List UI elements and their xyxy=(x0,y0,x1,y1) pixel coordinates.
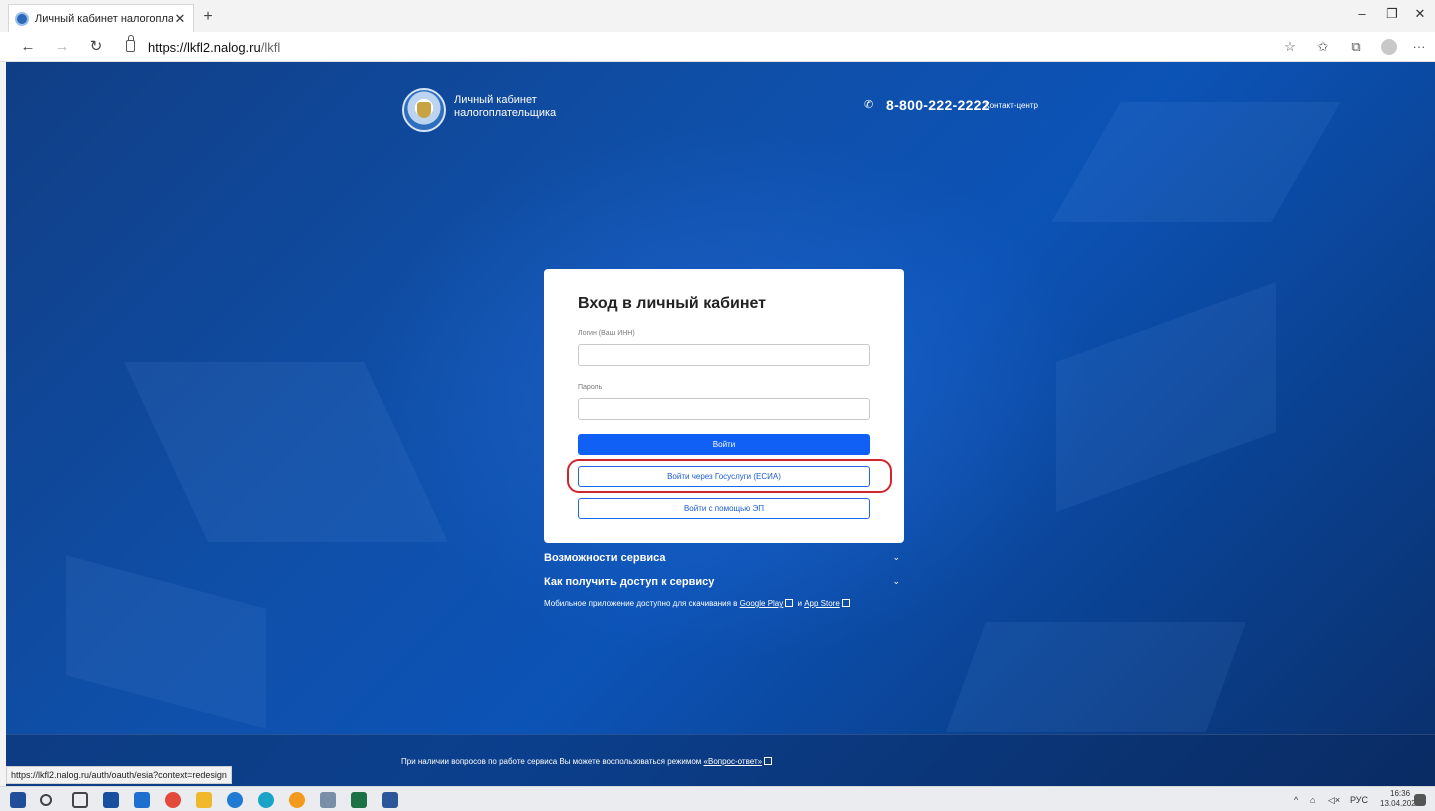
chevron-down-icon: ⌄ xyxy=(892,576,900,586)
login-card: Вход в личный кабинет Логин (Ваш ИНН) Па… xyxy=(544,269,904,543)
tab-title: Личный кабинет налогоплател xyxy=(35,12,173,25)
restore-button[interactable]: ❐ xyxy=(1382,6,1402,22)
background-shape xyxy=(124,362,448,542)
google-play-link[interactable]: Google Play xyxy=(740,599,784,608)
login-title: Вход в личный кабинет xyxy=(578,295,766,312)
contact-center-label: Контакт-центр xyxy=(985,101,1038,110)
brand-line: Личный кабинет xyxy=(454,94,537,106)
url-path: /lkfl xyxy=(260,40,281,55)
back-button[interactable]: ← xyxy=(18,38,38,56)
password-input[interactable] xyxy=(578,398,870,420)
excel-icon[interactable] xyxy=(351,792,367,808)
volume-muted-icon[interactable]: ◁× xyxy=(1328,795,1340,806)
external-link-icon xyxy=(841,599,850,607)
login-button[interactable]: Войти xyxy=(578,434,870,455)
brand-line: налогоплательщика xyxy=(454,107,557,119)
access-label: Как получить доступ к сервису xyxy=(544,576,715,588)
contact-phone[interactable]: 8-800-222-2222 xyxy=(886,97,990,113)
mobile-app-note: Мобильное приложение доступно для скачив… xyxy=(544,599,852,608)
windows-taskbar: ^ ⌂ ◁× РУС 16:36 13.04.2023 xyxy=(0,786,1435,811)
fns-emblem-icon[interactable] xyxy=(402,88,446,132)
new-tab-button[interactable]: + xyxy=(198,8,218,28)
features-label: Возможности сервиса xyxy=(544,552,666,564)
external-link-icon xyxy=(785,599,794,607)
footer-note: При наличии вопросов по работе сервиса В… xyxy=(401,757,702,766)
tray-expand-icon[interactable]: ^ xyxy=(1294,795,1298,805)
app-icon[interactable] xyxy=(103,792,119,808)
browser-tabbar: Личный кабинет налогоплател ✕ + – ❐ ✕ xyxy=(0,0,1435,32)
background-shape xyxy=(66,555,266,729)
faq-link[interactable]: «Вопрос-ответ» xyxy=(704,757,763,766)
gosuslugi-login-button[interactable]: Войти через Госуслуги (ЕСИА) xyxy=(578,466,870,487)
status-url-tooltip: https://lkfl2.nalog.ru/auth/oauth/esia?c… xyxy=(6,766,232,784)
login-input[interactable] xyxy=(578,344,870,366)
word-icon[interactable] xyxy=(382,792,398,808)
page-content: Личный кабинет налогоплательщика ✆ 8-800… xyxy=(6,62,1435,786)
app-icon[interactable] xyxy=(320,792,336,808)
site-favicon-icon xyxy=(15,11,29,26)
minimize-button[interactable]: – xyxy=(1352,6,1372,21)
notifications-icon[interactable] xyxy=(1414,794,1426,806)
outlook-icon[interactable] xyxy=(134,792,150,808)
edge-icon[interactable] xyxy=(258,792,274,808)
window-close-button[interactable]: ✕ xyxy=(1410,6,1430,22)
site-brand[interactable]: Личный кабинет налогоплательщика xyxy=(454,94,556,120)
phone-icon: ✆ xyxy=(864,99,874,111)
file-explorer-icon[interactable] xyxy=(196,792,212,808)
background-shape xyxy=(1056,281,1276,513)
chevron-down-icon: ⌄ xyxy=(892,552,900,562)
browser-tab[interactable]: Личный кабинет налогоплател ✕ xyxy=(8,4,194,32)
features-accordion[interactable]: Возможности сервиса ⌄ xyxy=(544,552,904,564)
more-menu-icon[interactable]: ··· xyxy=(1410,39,1428,55)
site-header: Личный кабинет налогоплательщика ✆ 8-800… xyxy=(6,62,1435,142)
app-icon[interactable] xyxy=(289,792,305,808)
app-store-link[interactable]: App Store xyxy=(804,599,840,608)
forward-button[interactable]: → xyxy=(52,38,72,56)
task-view-icon[interactable] xyxy=(72,792,88,808)
address-bar: ← → ↻ https://lkfl2.nalog.ru/lkfl ☆ ✩ ⧉ … xyxy=(0,32,1435,62)
profile-avatar-icon[interactable] xyxy=(1381,39,1397,55)
mobile-text: Мобильное приложение доступно для скачив… xyxy=(544,599,738,608)
and-text: и xyxy=(797,599,802,608)
start-icon[interactable] xyxy=(10,792,26,808)
external-link-icon xyxy=(764,757,773,765)
internet-explorer-icon[interactable] xyxy=(227,792,243,808)
login-label: Логин (Ваш ИНН) xyxy=(578,330,635,337)
access-accordion[interactable]: Как получить доступ к сервису ⌄ xyxy=(544,576,904,588)
collections-icon[interactable]: ⧉ xyxy=(1347,39,1365,55)
favorites-icon[interactable]: ✩ xyxy=(1314,39,1332,55)
ep-login-button[interactable]: Войти с помощью ЭП xyxy=(578,498,870,519)
background-shape xyxy=(945,622,1247,732)
refresh-button[interactable]: ↻ xyxy=(86,38,106,56)
url-field[interactable]: https://lkfl2.nalog.ru/lkfl xyxy=(148,40,280,55)
favorite-star-icon[interactable]: ☆ xyxy=(1281,39,1299,55)
network-icon[interactable]: ⌂ xyxy=(1310,795,1315,805)
tab-close-icon[interactable]: ✕ xyxy=(173,11,187,27)
chrome-icon[interactable] xyxy=(165,792,181,808)
password-label: Пароль xyxy=(578,384,603,391)
url-host: https://lkfl2.nalog.ru xyxy=(148,40,261,55)
search-icon[interactable] xyxy=(40,794,52,806)
language-indicator[interactable]: РУС xyxy=(1350,795,1368,805)
lock-icon xyxy=(126,35,135,52)
footer-text: При наличии вопросов по работе сервиса В… xyxy=(401,757,774,766)
